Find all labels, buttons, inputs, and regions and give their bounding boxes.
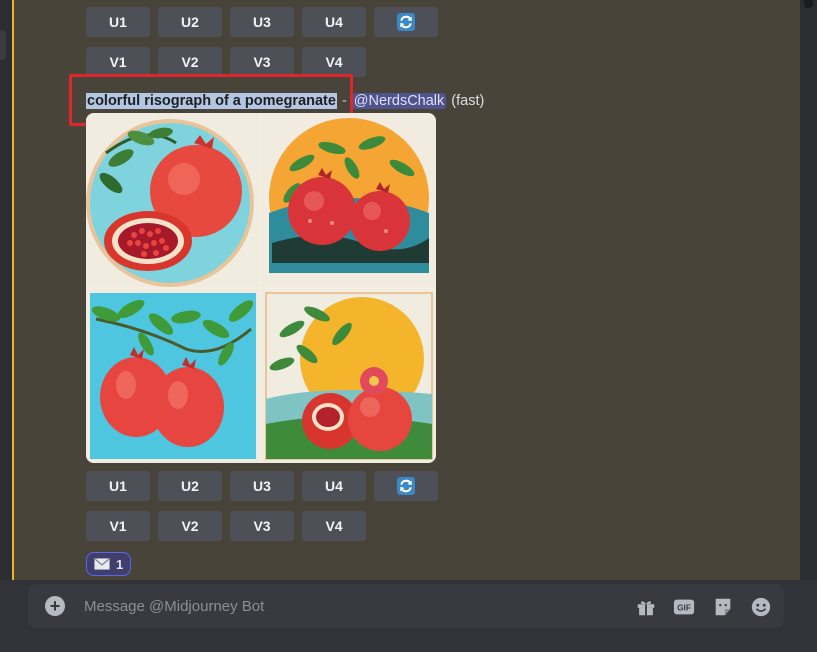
v4-button[interactable]: V4 — [302, 47, 366, 77]
pomegranate-tile-3[interactable] — [86, 289, 260, 463]
upscale-row-top: U1 U2 U3 U4 — [86, 7, 438, 37]
pomegranate-illustration-2 — [262, 113, 436, 287]
u4-button[interactable]: U4 — [302, 7, 366, 37]
pomegranate-tile-1[interactable] — [86, 113, 260, 287]
speed-label: (fast) — [451, 93, 485, 109]
reaction-count: 1 — [116, 556, 124, 572]
svg-text:GIF: GIF — [677, 604, 691, 613]
gift-button[interactable] — [634, 595, 658, 619]
upscale-row-bottom: U1 U2 U3 U4 — [86, 471, 438, 501]
message-input[interactable] — [84, 596, 584, 616]
u1-button[interactable]: U1 — [86, 7, 150, 37]
pomegranate-illustration-3 — [86, 289, 260, 463]
u3-button[interactable]: U3 — [230, 7, 294, 37]
scrollbar-track[interactable] — [800, 0, 817, 580]
user-mention[interactable]: @NerdsChalk — [351, 93, 447, 109]
scrollbar-thumb[interactable] — [804, 0, 813, 8]
pomegranate-illustration-4 — [262, 289, 436, 463]
sticker-icon — [715, 598, 731, 616]
variation-row-bottom: V1 V2 V3 V4 — [86, 511, 366, 541]
v3-button[interactable]: V3 — [230, 511, 294, 541]
sticker-button[interactable] — [711, 595, 735, 619]
pomegranate-tile-2[interactable] — [262, 113, 436, 287]
v2-button[interactable]: V2 — [158, 511, 222, 541]
plus-icon[interactable]: + — [45, 596, 65, 616]
server-sidebar-edge — [0, 0, 12, 652]
variation-row-top: V1 V2 V3 V4 — [86, 47, 366, 77]
refresh-icon — [397, 477, 415, 495]
message-composer: + GIF — [28, 584, 784, 628]
pomegranate-illustration-1 — [86, 113, 260, 287]
v4-button[interactable]: V4 — [302, 511, 366, 541]
emoji-icon — [751, 597, 771, 617]
gif-button[interactable]: GIF — [672, 595, 696, 619]
v1-button[interactable]: V1 — [86, 511, 150, 541]
composer-area: + GIF — [0, 580, 817, 652]
v1-button[interactable]: V1 — [86, 47, 150, 77]
image-grid[interactable] — [86, 113, 436, 463]
message-container: U1 U2 U3 U4 V1 V2 V3 V4 colorful risogra… — [12, 0, 800, 580]
gif-icon: GIF — [673, 599, 695, 615]
reroll-button[interactable] — [374, 7, 438, 37]
u4-button[interactable]: U4 — [302, 471, 366, 501]
pomegranate-tile-4[interactable] — [262, 289, 436, 463]
reroll-button[interactable] — [374, 471, 438, 501]
u2-button[interactable]: U2 — [158, 471, 222, 501]
envelope-reaction[interactable]: 1 — [86, 552, 132, 576]
emoji-button[interactable] — [749, 595, 773, 619]
v3-button[interactable]: V3 — [230, 47, 294, 77]
v2-button[interactable]: V2 — [158, 47, 222, 77]
envelope-icon — [94, 558, 110, 570]
u2-button[interactable]: U2 — [158, 7, 222, 37]
gift-icon — [637, 601, 655, 616]
u1-button[interactable]: U1 — [86, 471, 150, 501]
refresh-icon — [397, 13, 415, 31]
sidebar-indicator — [0, 30, 6, 60]
u3-button[interactable]: U3 — [230, 471, 294, 501]
